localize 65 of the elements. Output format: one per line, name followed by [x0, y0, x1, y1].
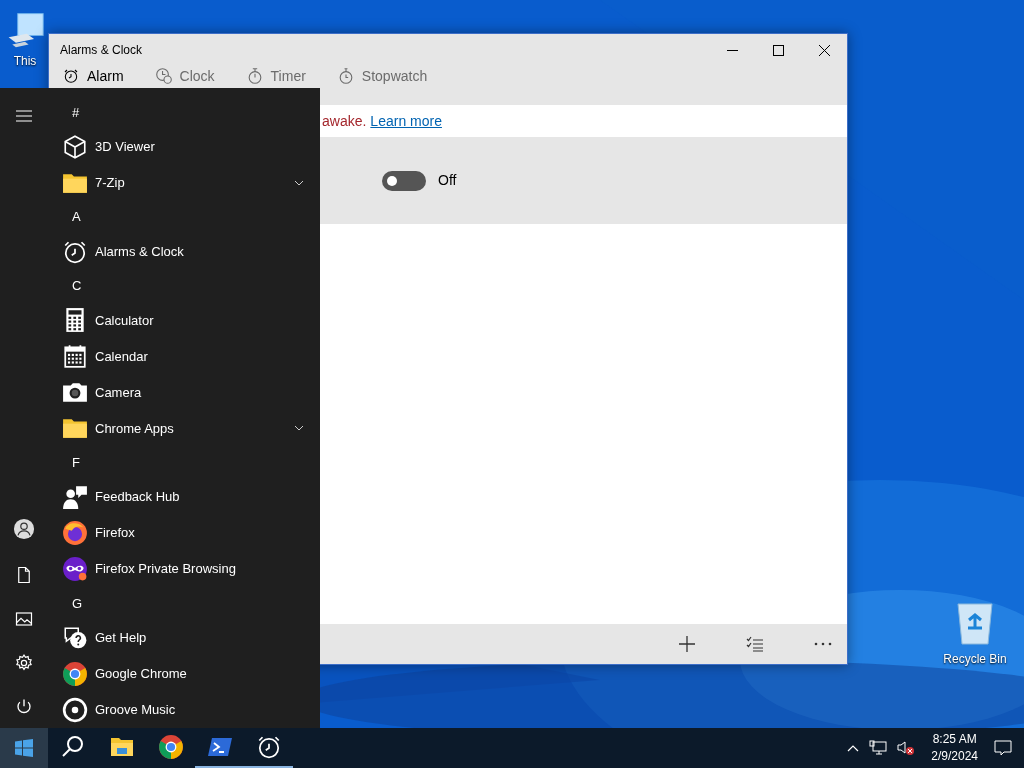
group-letter[interactable]: G [72, 593, 83, 614]
pictures-icon[interactable] [15, 610, 33, 628]
power-icon[interactable] [15, 698, 33, 716]
stopwatch-icon [337, 68, 354, 84]
start-button[interactable] [0, 728, 48, 768]
desktop-icon-label[interactable]: Recycle Bin [943, 650, 1007, 668]
plus-icon [678, 635, 696, 653]
clock-time[interactable]: 8:25 AM [932, 731, 977, 748]
chrome-icon [157, 734, 184, 760]
timer-icon [246, 68, 263, 84]
chevron-down-icon [294, 425, 304, 432]
recycle-bin-icon[interactable] [955, 600, 995, 646]
user-avatar-icon[interactable] [13, 518, 35, 540]
muted-speaker-icon[interactable] [897, 740, 916, 756]
toggle-state: Off [438, 171, 457, 190]
app-list-item[interactable]: Calculator [62, 302, 304, 339]
group-letter[interactable]: C [72, 276, 82, 296]
search-icon [60, 735, 85, 759]
fox-globe-icon [62, 520, 88, 547]
app-list-item[interactable]: 7-Zip [62, 164, 304, 201]
windows-logo-icon [15, 739, 33, 757]
terminal-icon [206, 735, 233, 759]
more-icon [814, 642, 832, 646]
tab[interactable]: Stopwatch [337, 68, 428, 84]
notification-icon[interactable] [994, 740, 1012, 756]
checklist-icon [746, 636, 764, 652]
app-list-item[interactable]: Alarms & Clock [62, 233, 304, 270]
learn-more-link[interactable]: Learn more [370, 110, 442, 132]
app-list-item[interactable]: Firefox [62, 515, 304, 552]
group-letter[interactable]: # [72, 102, 80, 123]
cube-icon [62, 133, 88, 160]
mask-icon [62, 556, 88, 583]
calendar-icon [62, 343, 88, 370]
app-list-item[interactable]: Chrome Apps [62, 410, 304, 447]
app-list-item[interactable]: Camera [62, 374, 304, 411]
feedback-icon [62, 484, 88, 511]
app-list-item[interactable]: Get Help [62, 620, 304, 656]
app-list-item[interactable]: Firefox Private Browsing [62, 551, 304, 588]
chrome-icon [62, 661, 88, 687]
notice-text: awake. [322, 111, 367, 131]
app-list-item[interactable]: Groove Music [62, 692, 304, 728]
app-list-item[interactable]: 3D Viewer [62, 128, 304, 165]
window-title: Alarms & Clock [60, 42, 143, 59]
alarm-clock-icon [63, 68, 79, 84]
chevron-up-icon[interactable] [847, 744, 860, 752]
app-list-item[interactable]: Google Chrome [62, 656, 304, 692]
close-icon [818, 44, 830, 56]
tab[interactable]: Timer [246, 68, 306, 84]
document-icon[interactable] [15, 566, 33, 584]
folder-icon [109, 735, 134, 759]
group-letter[interactable]: F [72, 453, 80, 473]
tab[interactable]: Alarm [63, 68, 124, 84]
maximize-icon [772, 44, 784, 56]
network-icon[interactable] [869, 740, 888, 756]
help-bubble-icon [62, 625, 88, 651]
chevron-down-icon [294, 179, 304, 186]
desktop-icon-label[interactable]: This [13, 52, 37, 70]
tab[interactable]: Clock [155, 68, 215, 84]
app-list-item[interactable]: Calendar [62, 338, 304, 375]
music-disc-icon [62, 697, 88, 723]
alarm-toggle[interactable] [382, 170, 426, 191]
group-letter[interactable]: A [72, 207, 81, 227]
app-list-item[interactable]: Feedback Hub [62, 479, 304, 516]
clock-date[interactable]: 2/9/2024 [931, 748, 978, 765]
settings-icon[interactable] [15, 654, 33, 672]
